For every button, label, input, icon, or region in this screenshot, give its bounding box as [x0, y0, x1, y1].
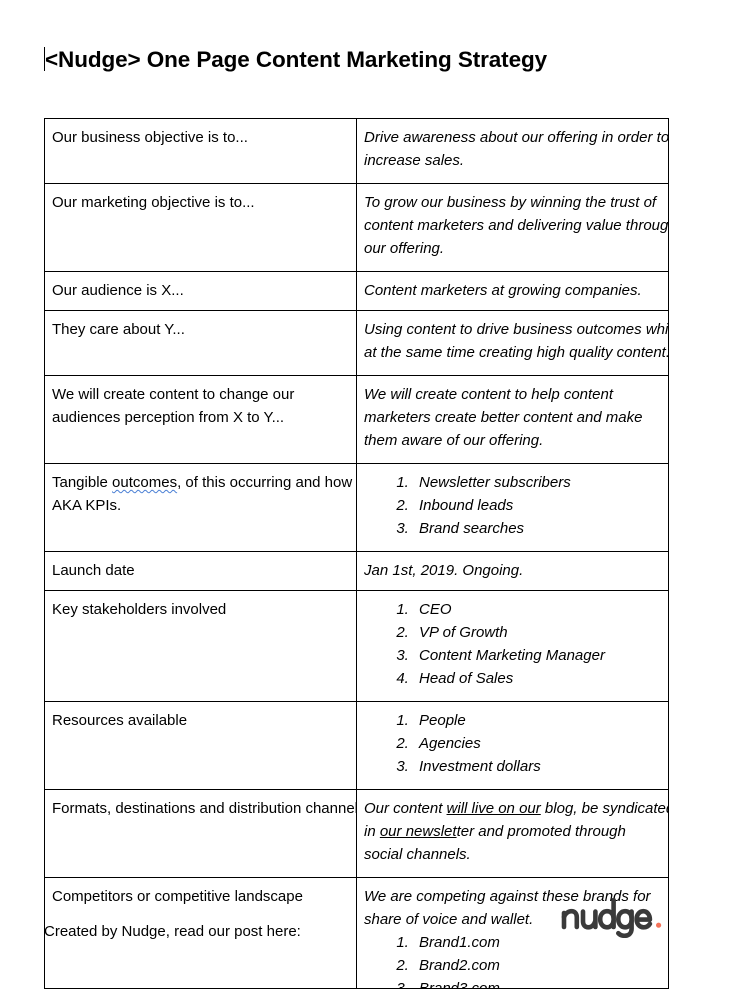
table-row: Formats, destinations and distribution c… [44, 789, 669, 878]
page-title: <Nudge> One Page Content Marketing Strat… [44, 45, 547, 75]
row-label: We will create content to change our [52, 386, 295, 403]
row-value-line: Drive awareness about our offering in or… [364, 129, 668, 146]
table-row: They care about Y... Using content to dr… [44, 310, 669, 376]
row-value-line: them aware of our offering. [364, 432, 544, 449]
row-value-line: To grow our business by winning the trus… [364, 194, 657, 211]
row-label-cell: Key stakeholders involved [44, 590, 357, 702]
list-item: Agencies [413, 732, 663, 755]
list-item: CEO [413, 598, 663, 621]
row-label: Formats, destinations and distribution c… [52, 800, 356, 817]
row-value-line: Content marketers at growing companies. [364, 282, 642, 299]
table-row: Key stakeholders involved CEO VP of Grow… [44, 590, 669, 702]
row-label: Tangible outcomes, of this occurring and… [52, 471, 353, 494]
table-row: Our business objective is to... Drive aw… [44, 118, 669, 184]
list-item: Inbound leads [413, 494, 663, 517]
grammar-flagged-word: outcomes [112, 474, 178, 491]
inline-link[interactable]: our newslet [380, 823, 457, 840]
row-label: Competitors or competitive landscape [52, 888, 303, 905]
value-text-run: ter and promoted through [456, 823, 626, 840]
logo-dot [656, 922, 662, 928]
row-value-line: Jan 1st, 2019. Ongoing. [364, 562, 524, 579]
row-label: Our audience is X... [52, 282, 184, 299]
row-label-line-2: AKA KPIs. [52, 497, 122, 514]
table-row: Our audience is X... Content marketers a… [44, 271, 669, 311]
value-text-run: in [364, 823, 380, 840]
list-item: Brand searches [413, 517, 663, 540]
value-text-run: Our content [364, 800, 447, 817]
list-item: People [413, 709, 663, 732]
row-label: Key stakeholders involved [52, 601, 227, 618]
row-label: Our business objective is to... [52, 129, 248, 146]
row-label-cell: Our business objective is to... [44, 118, 357, 184]
row-label-cell: Resources available [44, 701, 357, 790]
row-value-cell: Using content to drive business outcomes… [356, 310, 669, 376]
table-row: Resources available People Agencies Inve… [44, 701, 669, 790]
nudge-logo [560, 896, 672, 938]
table-row: We will create content to change our aud… [44, 375, 669, 464]
row-value-cell: People Agencies Investment dollars [356, 701, 669, 790]
row-value-list: Newsletter subscribers Inbound leads Bra… [358, 471, 664, 540]
row-value-cell: Jan 1st, 2019. Ongoing. [356, 551, 669, 591]
footer-note: Created by Nudge, read our post here: [44, 923, 301, 940]
list-item: Brand2.com [413, 954, 663, 977]
row-value-line: social channels. [364, 846, 471, 863]
row-value-list: CEO VP of Growth Content Marketing Manag… [358, 598, 664, 690]
row-label-cell: Our marketing objective is to... [44, 183, 357, 272]
row-value-cell: To grow our business by winning the trus… [356, 183, 669, 272]
list-item: Investment dollars [413, 755, 663, 778]
row-value-line: We will create content to help content [364, 386, 614, 403]
row-value-list: People Agencies Investment dollars [358, 709, 664, 778]
row-label: Launch date [52, 562, 135, 579]
list-item: VP of Growth [413, 621, 663, 644]
row-label-cell: Tangible outcomes, of this occurring and… [44, 463, 357, 552]
page-title-text: <Nudge> One Page Content Marketing Strat… [45, 47, 548, 73]
row-value-cell: Content marketers at growing companies. [356, 271, 669, 311]
table-row: Our marketing objective is to... To grow… [44, 183, 669, 272]
row-label-cell: They care about Y... [44, 310, 357, 376]
row-label-part-1: Tangible [52, 474, 113, 491]
row-value-line: marketers create better content and make [364, 409, 643, 426]
strategy-table: Our business objective is to... Drive aw… [44, 118, 669, 989]
row-value-cell: Drive awareness about our offering in or… [356, 118, 669, 184]
inline-link[interactable]: will live on our [447, 800, 541, 817]
row-label-part-2: , of this occurring and how [177, 474, 353, 491]
row-value-line: at the same time creating high quality c… [364, 344, 668, 361]
row-value-cell: We will create content to help content m… [356, 375, 669, 464]
row-value-line: Our content will live on our blog, be sy… [364, 797, 668, 820]
row-label: Resources available [52, 712, 188, 729]
row-label-cell: Formats, destinations and distribution c… [44, 789, 357, 878]
row-value-cell: Our content will live on our blog, be sy… [356, 789, 669, 878]
list-item: Brand3.com [413, 977, 663, 988]
row-label-line-2: audiences perception from X to Y... [52, 409, 285, 426]
row-value-cell: Newsletter subscribers Inbound leads Bra… [356, 463, 669, 552]
row-value-line: in our newsletter and promoted through [364, 820, 663, 843]
table-row: Tangible outcomes, of this occurring and… [44, 463, 669, 552]
list-item: Head of Sales [413, 667, 663, 690]
row-label-cell: Our audience is X... [44, 271, 357, 311]
row-label-cell: Launch date [44, 551, 357, 591]
row-value-line: Using content to drive business outcomes… [364, 321, 668, 338]
table-row: Launch date Jan 1st, 2019. Ongoing. [44, 551, 669, 591]
row-label: They care about Y... [52, 321, 185, 338]
row-value-line: content marketers and delivering value t… [364, 217, 668, 234]
row-value-line: increase sales. [364, 152, 465, 169]
row-value-cell: CEO VP of Growth Content Marketing Manag… [356, 590, 669, 702]
value-text-run: blog, be syndicated [540, 800, 668, 817]
list-item: Newsletter subscribers [413, 471, 663, 494]
list-item: Content Marketing Manager [413, 644, 663, 667]
row-value-line: our offering. [364, 240, 445, 257]
row-label-cell: We will create content to change our aud… [44, 375, 357, 464]
row-label: Our marketing objective is to... [52, 194, 255, 211]
